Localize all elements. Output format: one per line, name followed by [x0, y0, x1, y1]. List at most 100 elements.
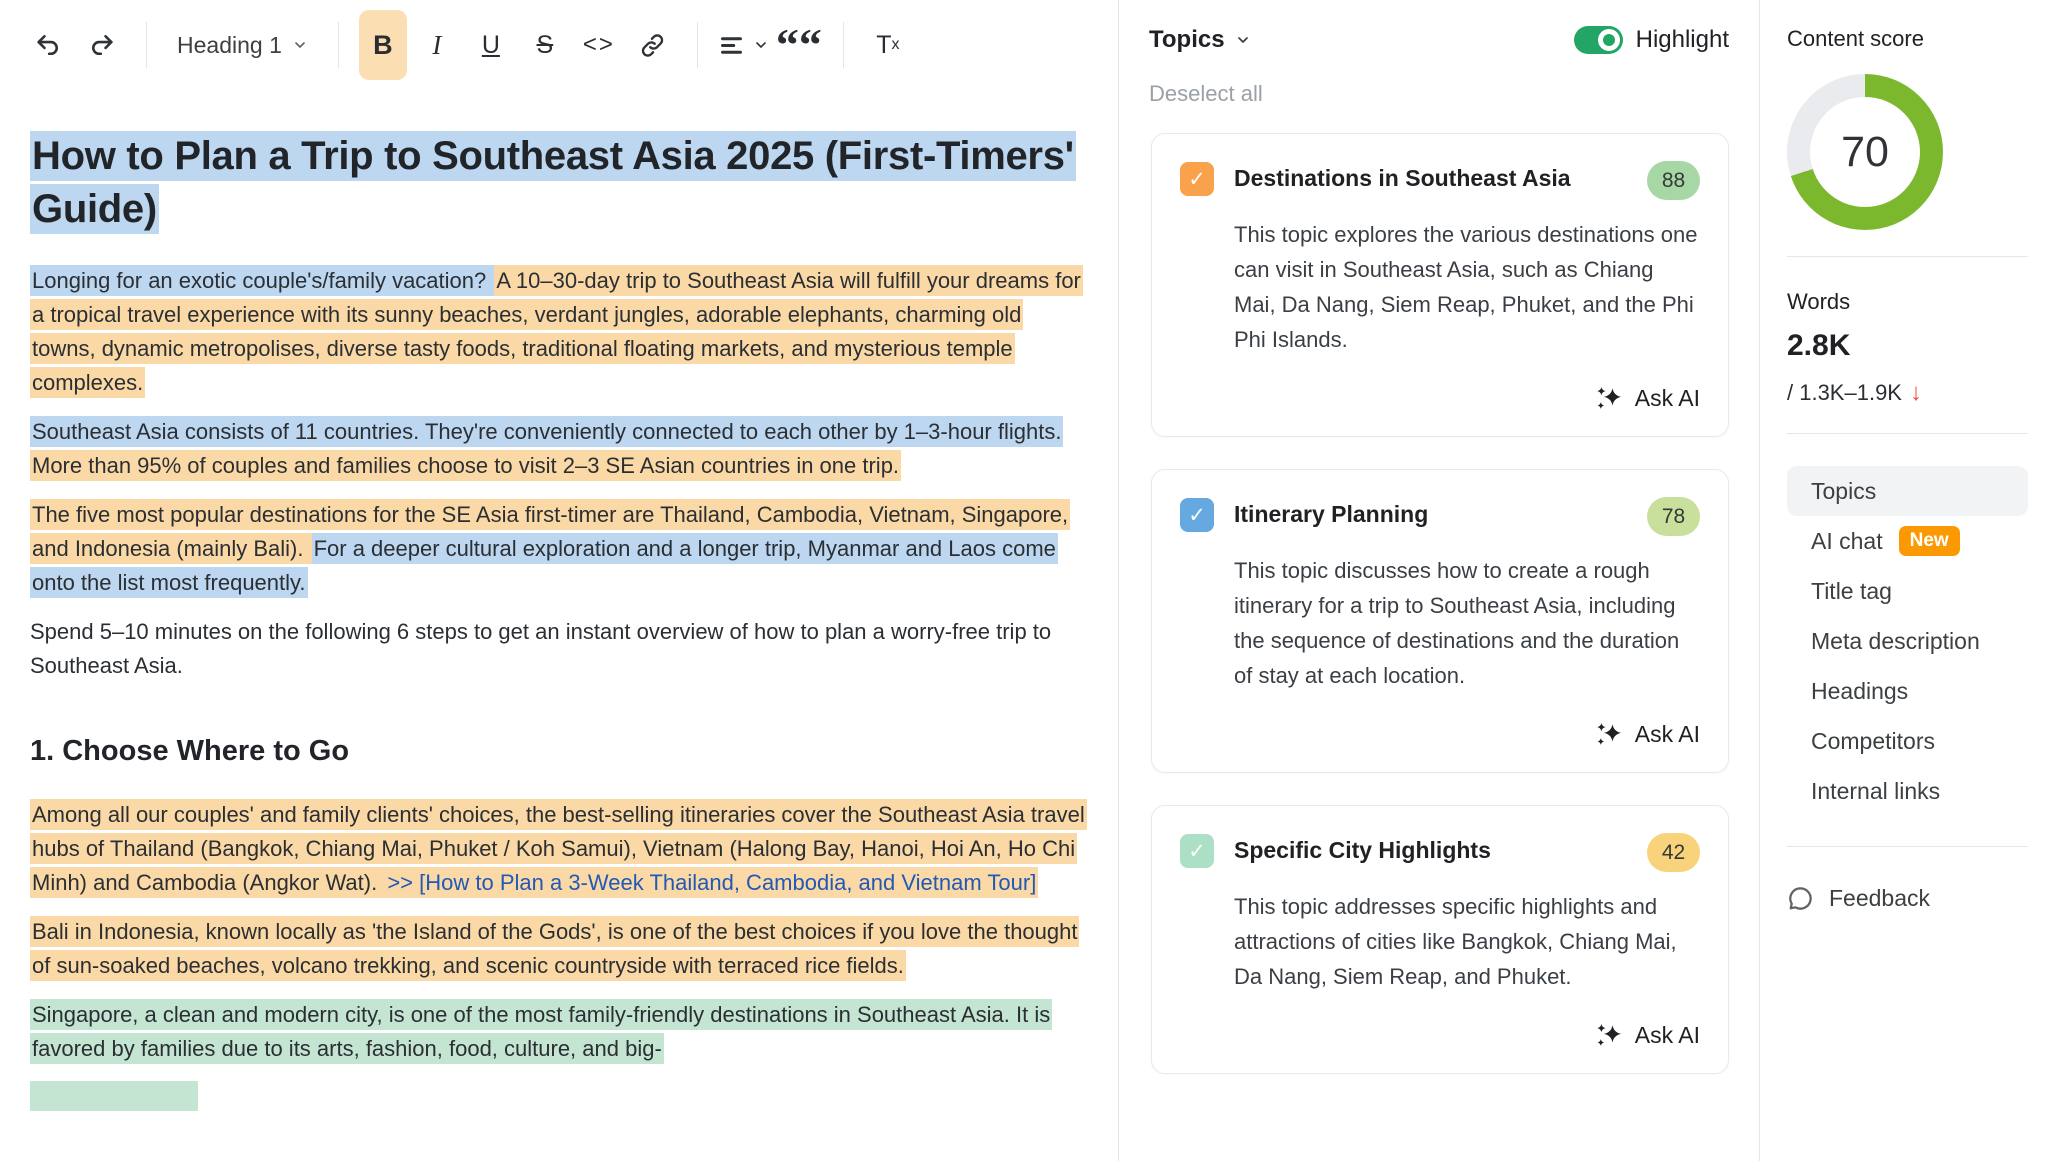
chevron-down-icon	[753, 37, 769, 53]
topic-card: ✓ Specific City Highlights 42 This topic ad…	[1151, 805, 1729, 1074]
deselect-all-link[interactable]: Deselect all	[1149, 81, 1263, 107]
doc-text: How to Plan a Trip to Southeast Asia 202…	[30, 131, 1076, 234]
link-icon	[639, 32, 666, 59]
undo-icon	[34, 31, 62, 59]
ask-ai-button[interactable]: Ask AI	[1180, 720, 1700, 748]
doc-text: 1. Choose Where to Go	[30, 735, 349, 767]
feedback-button[interactable]: Feedback	[1787, 885, 2028, 912]
sidebar-item-label: Competitors	[1811, 728, 1935, 755]
sidebar-item-headings[interactable]: Headings	[1787, 666, 2028, 716]
topic-title: Specific City Highlights	[1234, 833, 1491, 867]
doc-text: Spend 5–10 minutes on the following 6 st…	[30, 619, 1051, 678]
sidebar-item-label: Headings	[1811, 678, 1908, 705]
doc-link[interactable]: >> [How to Plan a 3-Week Thailand, Cambo…	[385, 867, 1038, 898]
heading-style-dropdown[interactable]: Heading 1	[167, 10, 318, 80]
doc-text: Southeast Asia consists of 11 countries.…	[30, 416, 1063, 447]
topic-score-badge: 78	[1647, 497, 1700, 536]
highlight-toggle[interactable]	[1574, 26, 1623, 54]
content-score-value: 70	[1841, 128, 1889, 177]
words-count: 2.8K	[1787, 329, 2028, 363]
words-target-range: / 1.3K–1.9K ↓	[1787, 379, 2028, 407]
topic-card-header: ✓Destinations in Southeast Asia88	[1180, 161, 1700, 200]
topics-dropdown[interactable]: Topics	[1149, 26, 1251, 54]
doc-paragraph: Among all our couples' and family client…	[30, 798, 1086, 900]
alignment-dropdown[interactable]	[718, 10, 769, 80]
down-arrow-icon: ↓	[1910, 379, 1922, 407]
topic-checkbox[interactable]: ✓	[1180, 498, 1214, 532]
toolbar-divider	[697, 22, 698, 68]
italic-button[interactable]: I	[413, 10, 461, 80]
sparkles-icon	[1595, 720, 1623, 748]
align-left-icon	[718, 32, 745, 59]
sidebar-item-label: Meta description	[1811, 628, 1980, 655]
app-window: Heading 1 B I U S <> ““ Tx How to Plan a…	[0, 0, 2048, 1161]
sidebar-item-competitors[interactable]: Competitors	[1787, 716, 2028, 766]
ask-ai-button[interactable]: Ask AI	[1180, 384, 1700, 412]
topic-score-badge: 42	[1647, 833, 1700, 872]
doc-paragraph: The five most popular destinations for t…	[30, 498, 1086, 600]
ask-ai-button[interactable]: Ask AI	[1180, 1021, 1700, 1049]
undo-button[interactable]	[24, 10, 72, 80]
editor-toolbar: Heading 1 B I U S <> ““ Tx	[0, 0, 1118, 90]
topic-description: This topic explores the various destinat…	[1234, 217, 1700, 357]
highlight-toggle-label: Highlight	[1636, 26, 1729, 54]
divider	[1787, 256, 2028, 257]
topic-description: This topic discusses how to create a rou…	[1234, 553, 1700, 693]
doc-paragraph: Southeast Asia consists of 11 countries.…	[30, 415, 1086, 483]
doc-paragraph: Spend 5–10 minutes on the following 6 st…	[30, 615, 1086, 683]
editor-canvas[interactable]: How to Plan a Trip to Southeast Asia 202…	[0, 90, 1118, 1111]
toggle-knob	[1598, 29, 1620, 51]
clear-formatting-button[interactable]: Tx	[864, 10, 912, 80]
words-label: Words	[1787, 289, 2028, 315]
chevron-down-icon	[1235, 32, 1251, 48]
words-range-text: / 1.3K–1.9K	[1787, 380, 1902, 406]
divider	[1787, 846, 2028, 847]
toolbar-divider	[843, 22, 844, 68]
doc-text: Longing for an exotic couple's/family va…	[30, 265, 494, 296]
sidebar-item-title-tag[interactable]: Title tag	[1787, 566, 2028, 616]
topic-score-badge: 88	[1647, 161, 1700, 200]
redo-button[interactable]	[78, 10, 126, 80]
ask-ai-label: Ask AI	[1635, 1022, 1700, 1049]
doc-text: More than 95% of couples and families ch…	[30, 450, 901, 481]
sidebar-item-internal-links[interactable]: Internal links	[1787, 766, 2028, 816]
sidebar-item-label: AI chat	[1811, 528, 1883, 555]
bold-button[interactable]: B	[359, 10, 407, 80]
sidebar-item-ai-chat[interactable]: AI chatNew	[1787, 516, 2028, 566]
link-button[interactable]	[629, 10, 677, 80]
topic-description: This topic addresses specific highlights…	[1234, 889, 1700, 994]
content-score-label: Content score	[1787, 26, 2028, 52]
doc-heading: How to Plan a Trip to Southeast Asia 202…	[30, 130, 1086, 236]
topic-checkbox[interactable]: ✓	[1180, 162, 1214, 196]
doc-paragraph: Longing for an exotic couple's/family va…	[30, 264, 1086, 400]
clear-formatting-sub: x	[892, 36, 900, 54]
sidebar-item-label: Title tag	[1811, 578, 1892, 605]
topic-card-list: ✓Destinations in Southeast Asia88 This to…	[1119, 107, 1759, 1074]
ask-ai-label: Ask AI	[1635, 721, 1700, 748]
chevron-down-icon	[292, 37, 308, 53]
clear-formatting-label: T	[876, 31, 891, 60]
speech-bubble-icon	[1787, 885, 1814, 912]
code-button[interactable]: <>	[575, 10, 623, 80]
toolbar-divider	[338, 22, 339, 68]
sidebar-item-label: Topics	[1811, 478, 1876, 505]
topic-card-header: ✓ Specific City Highlights 42	[1180, 833, 1700, 872]
topics-dropdown-label: Topics	[1149, 26, 1225, 54]
sidebar-item-label: Internal links	[1811, 778, 1940, 805]
highlight-control: Highlight	[1574, 26, 1729, 54]
heading-style-label: Heading 1	[177, 32, 282, 59]
sidebar-item-meta-description[interactable]: Meta description	[1787, 616, 2028, 666]
doc-paragraph: Bali in Indonesia, known locally as 'the…	[30, 915, 1086, 983]
score-sidebar: Content score 70 Words 2.8K / 1.3K–1.9K …	[1760, 0, 2048, 1161]
toolbar-divider	[146, 22, 147, 68]
blockquote-button[interactable]: ““	[775, 30, 823, 60]
topics-panel-header: Topics Highlight	[1119, 0, 1759, 54]
sidebar-nav: Topics AI chatNew Title tag Meta descriptio…	[1787, 466, 2028, 816]
feedback-label: Feedback	[1829, 885, 1930, 912]
strikethrough-button[interactable]: S	[521, 10, 569, 80]
topic-checkbox[interactable]: ✓	[1180, 834, 1214, 868]
ask-ai-label: Ask AI	[1635, 385, 1700, 412]
cut-off-highlight	[30, 1081, 198, 1111]
underline-button[interactable]: U	[467, 10, 515, 80]
sidebar-item-topics[interactable]: Topics	[1787, 466, 2028, 516]
